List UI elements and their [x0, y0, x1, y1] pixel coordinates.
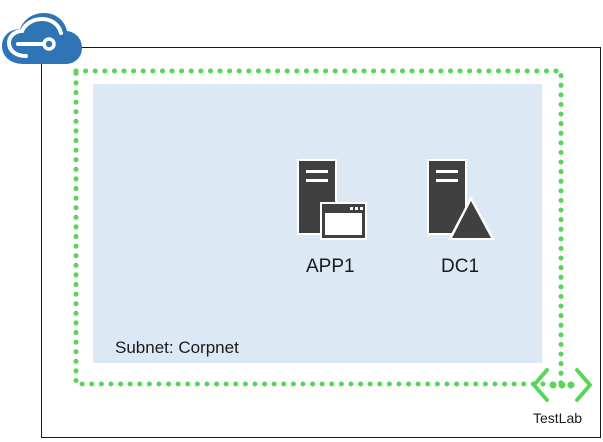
- domain-controller-icon: [427, 159, 495, 240]
- server-label-app1: APP1: [306, 256, 355, 277]
- application-server-icon: [297, 159, 367, 240]
- diagram-canvas: Subnet: Corpnet APP1 DC1 TestLab: [0, 0, 603, 442]
- server-label-dc1: DC1: [441, 256, 480, 277]
- virtual-network-icon: [532, 368, 592, 402]
- subnet-label: Subnet: Corpnet: [115, 338, 239, 357]
- azure-cloud-icon: [2, 13, 82, 64]
- virtual-network-label: TestLab: [533, 410, 583, 426]
